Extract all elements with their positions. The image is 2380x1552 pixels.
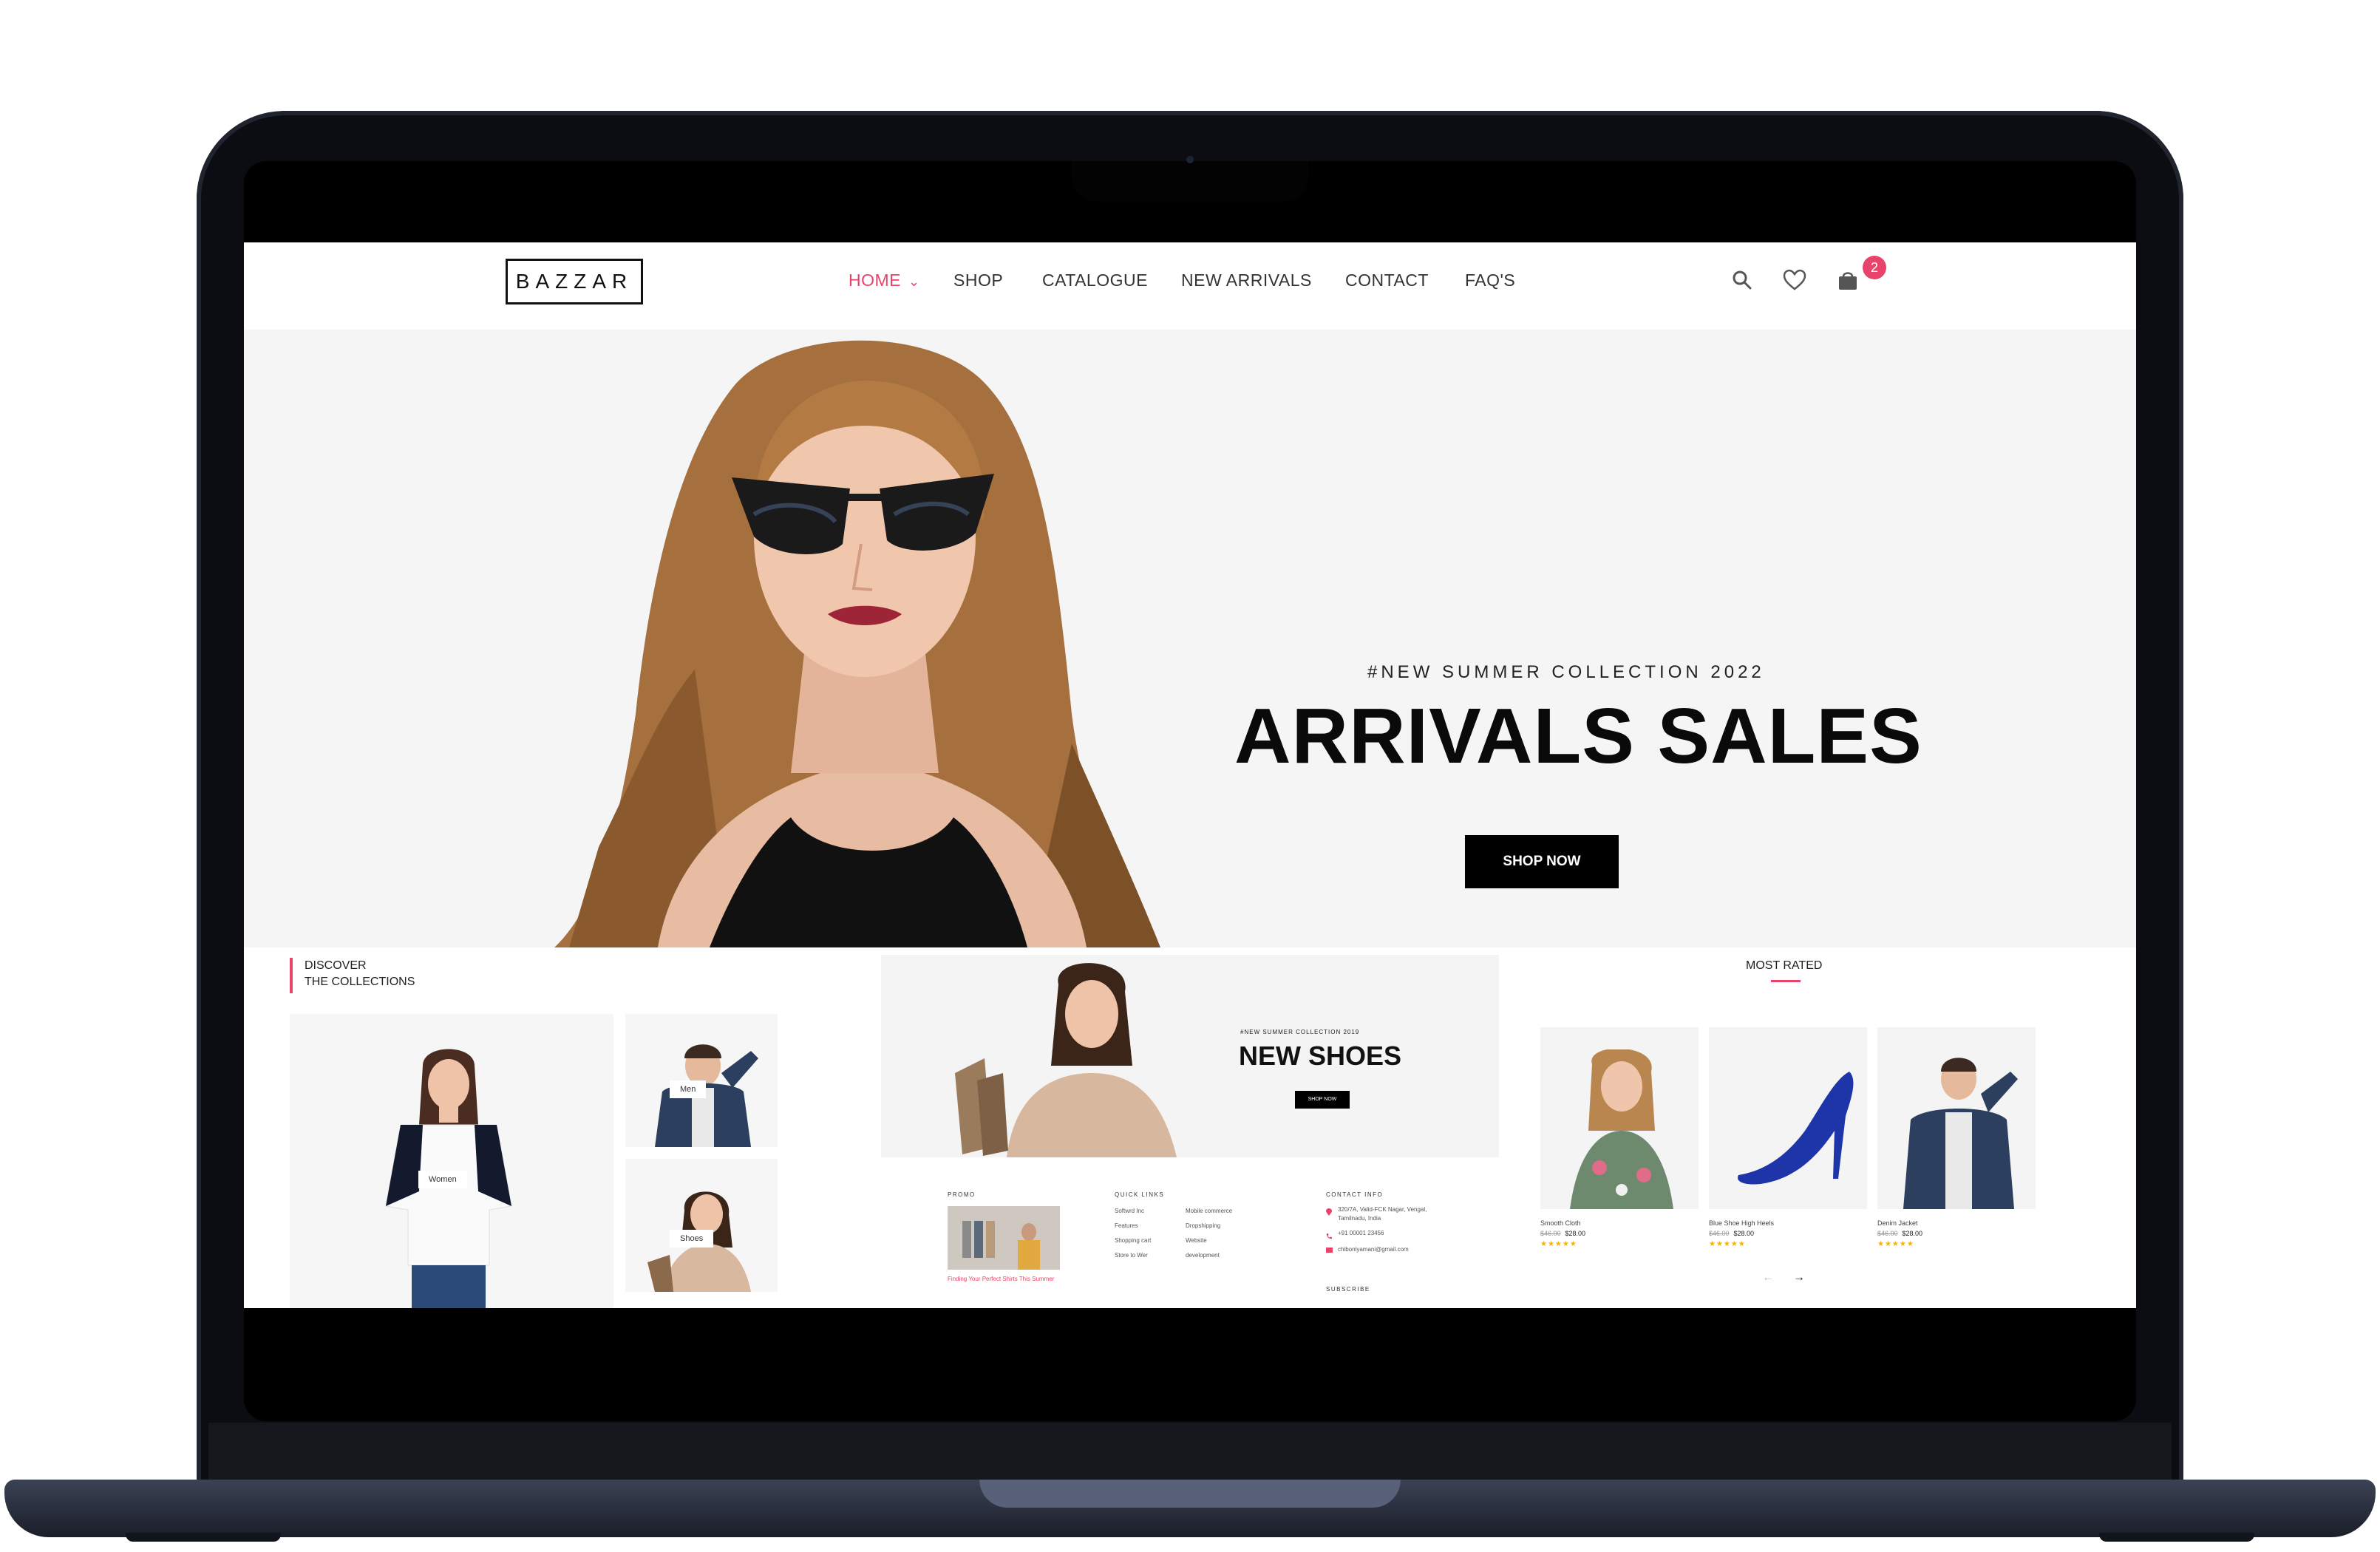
nav-item-contact[interactable]: CONTACT xyxy=(1345,270,1429,290)
hero-title: ARRIVALS SALES xyxy=(1234,692,1922,780)
collection-card-men[interactable]: Men xyxy=(625,1014,778,1147)
chevron-down-icon: ⌄ xyxy=(908,274,920,289)
product-price: $46.00 $28.00 xyxy=(1877,1230,1922,1237)
laptop-foot-right xyxy=(2099,1533,2254,1542)
shoes-banner-title: NEW SHOES xyxy=(1239,1041,1402,1071)
collection-label-men: Men xyxy=(670,1080,707,1098)
nav-item-faqs[interactable]: FAQ'S xyxy=(1465,270,1515,290)
hero-subtitle: #NEW SUMMER COLLECTION 2022 xyxy=(1367,662,1765,682)
promo-heading: PROMO xyxy=(948,1191,976,1198)
collection-label-women: Women xyxy=(418,1171,467,1188)
product-name[interactable]: Denim Jacket xyxy=(1877,1219,1918,1227)
collections-heading: DISCOVER THE COLLECTIONS xyxy=(305,958,415,990)
collections-heading-line2: THE COLLECTIONS xyxy=(305,976,415,988)
product-rating-stars: ★★★★★ xyxy=(1540,1240,1577,1248)
smooth-cloth-illustration xyxy=(1570,1049,1673,1209)
most-rated-underline xyxy=(1771,980,1801,982)
new-shoes-banner: #NEW SUMMER COLLECTION 2019 NEW SHOES SH… xyxy=(881,955,1499,1157)
quick-link[interactable]: Mobile commerce xyxy=(1186,1208,1232,1214)
mail-icon xyxy=(1326,1248,1333,1253)
quick-link[interactable]: Features xyxy=(1115,1222,1138,1229)
quick-links-heading: QUICK LINKS xyxy=(1115,1191,1165,1198)
search-icon[interactable] xyxy=(1731,269,1753,295)
quick-link[interactable]: Softwrd Inc xyxy=(1115,1208,1144,1214)
location-pin-icon xyxy=(1326,1206,1332,1216)
carousel-prev-arrow-icon[interactable]: ← xyxy=(1762,1271,1774,1284)
camera-notch xyxy=(1072,161,1308,202)
promo-caption-link[interactable]: Finding Your Perfect Shirts This Summer xyxy=(948,1276,1058,1283)
subscribe-heading: SUBSCRIBE xyxy=(1326,1286,1370,1293)
contact-email[interactable]: chiboniyamani@gmail.com xyxy=(1338,1246,1409,1253)
product-current-price: $28.00 xyxy=(1902,1230,1923,1237)
blue-heels-illustration xyxy=(1738,1072,1854,1185)
product-card-denim-jacket[interactable] xyxy=(1877,1027,2036,1209)
product-current-price: $28.00 xyxy=(1565,1230,1586,1237)
promo-image[interactable] xyxy=(948,1206,1060,1270)
laptop-hinge-notch xyxy=(979,1480,1401,1508)
product-rating-stars: ★★★★★ xyxy=(1877,1240,1914,1248)
nav-item-home[interactable]: HOME ⌄ xyxy=(849,270,920,290)
nav-item-shop[interactable]: SHOP xyxy=(953,270,1003,290)
section-accent-bar xyxy=(290,958,293,993)
collections-heading-line1: DISCOVER xyxy=(305,959,367,972)
product-price: $46.00 $28.00 xyxy=(1709,1230,1754,1237)
denim-jacket-illustration xyxy=(1903,1058,2018,1209)
top-navigation: BAZZAR HOME ⌄ SHOP CATALOGUE NEW ARRIVALS… xyxy=(244,242,2136,330)
laptop-foot-left xyxy=(126,1533,281,1542)
quick-link[interactable]: Dropshipping xyxy=(1186,1222,1220,1229)
product-card-blue-heels[interactable] xyxy=(1709,1027,1867,1209)
collection-label-shoes: Shoes xyxy=(670,1230,714,1248)
collection-card-shoes[interactable]: Shoes xyxy=(625,1159,778,1292)
product-name[interactable]: Blue Shoe High Heels xyxy=(1709,1219,1774,1227)
camera-icon xyxy=(1186,156,1194,163)
contact-address-line2: Tamilnadu, India xyxy=(1338,1215,1381,1222)
website-screen: BAZZAR HOME ⌄ SHOP CATALOGUE NEW ARRIVALS… xyxy=(244,242,2136,1308)
product-current-price: $28.00 xyxy=(1733,1230,1755,1237)
quick-link[interactable]: Website xyxy=(1186,1237,1207,1244)
product-price: $46.00 $28.00 xyxy=(1540,1230,1585,1237)
product-card-smooth-cloth[interactable] xyxy=(1540,1027,1699,1209)
quick-link[interactable]: development xyxy=(1186,1252,1220,1259)
contact-address-line1: 320/7A, Valid-FCK Nagar, Vengal, xyxy=(1338,1206,1427,1213)
shoes-banner-subtitle: #NEW SUMMER COLLECTION 2019 xyxy=(1240,1029,1360,1035)
collection-card-women[interactable]: Women xyxy=(290,1014,613,1308)
product-rating-stars: ★★★★★ xyxy=(1709,1240,1746,1248)
product-name[interactable]: Smooth Cloth xyxy=(1540,1219,1581,1227)
nav-item-catalogue[interactable]: CATALOGUE xyxy=(1042,270,1148,290)
carousel-next-arrow-icon[interactable]: → xyxy=(1793,1271,1805,1284)
quick-link[interactable]: Shopping cart xyxy=(1115,1237,1151,1244)
product-old-price: $46.00 xyxy=(1709,1230,1730,1237)
heart-icon[interactable] xyxy=(1783,269,1806,295)
nav-item-new-arrivals[interactable]: NEW ARRIVALS xyxy=(1181,270,1312,290)
cart-count-badge: 2 xyxy=(1863,256,1886,279)
laptop-chin xyxy=(208,1423,2172,1482)
phone-icon xyxy=(1326,1230,1332,1239)
hero-banner: #NEW SUMMER COLLECTION 2022 ARRIVALS SAL… xyxy=(244,330,2136,947)
cart-icon[interactable] xyxy=(1836,269,1860,296)
shoes-banner-model-illustration xyxy=(955,963,1177,1157)
quick-link[interactable]: Store to Wer xyxy=(1115,1252,1148,1259)
product-old-price: $46.00 xyxy=(1877,1230,1898,1237)
shop-now-button[interactable]: SHOP NOW xyxy=(1465,835,1619,888)
most-rated-heading: MOST RATED xyxy=(1746,959,1823,972)
brand-logo[interactable]: BAZZAR xyxy=(506,259,643,304)
contact-info-heading: CONTACT INFO xyxy=(1326,1191,1384,1198)
model-illustration xyxy=(554,340,1160,947)
contact-phone[interactable]: +91 00001 23456 xyxy=(1338,1230,1384,1236)
clothing-rack-illustration xyxy=(948,1206,1060,1270)
shoes-shop-now-button[interactable]: SHOP NOW xyxy=(1295,1091,1350,1109)
product-old-price: $46.00 xyxy=(1540,1230,1561,1237)
